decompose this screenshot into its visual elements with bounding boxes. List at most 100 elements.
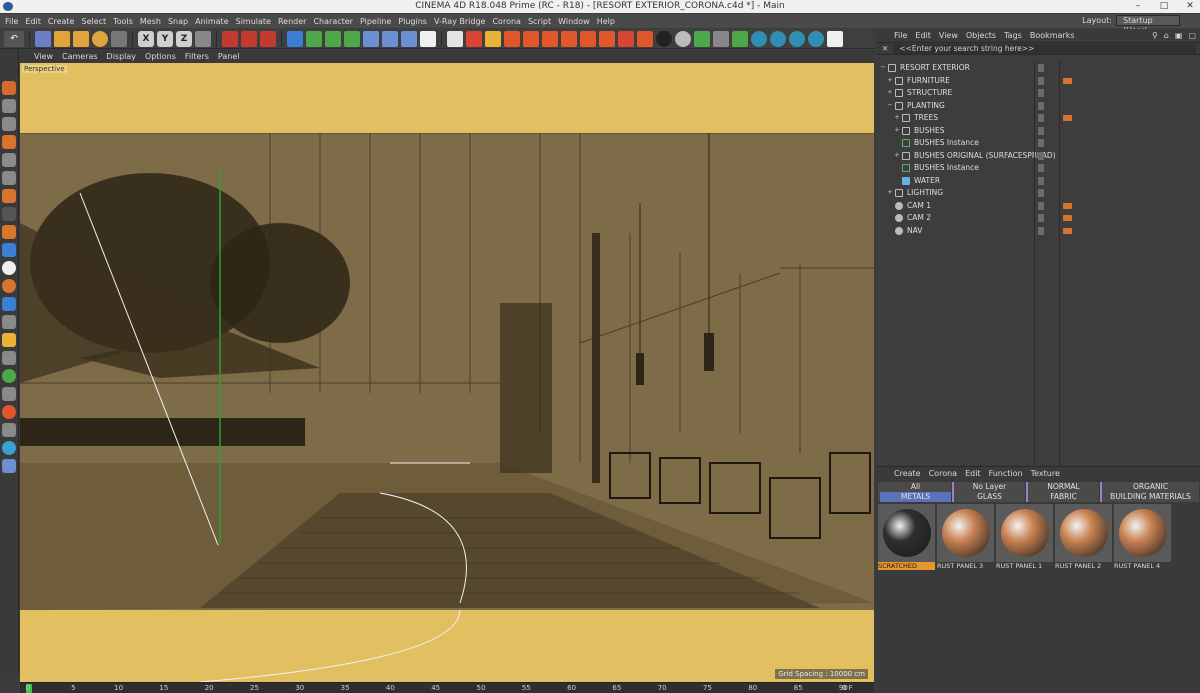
object-tag-icon[interactable] — [1063, 215, 1072, 221]
camera-icon[interactable] — [401, 30, 417, 47]
clear-search-icon[interactable]: ✕ — [882, 44, 888, 53]
subdivision-icon[interactable] — [325, 30, 341, 47]
expand-toggle-icon[interactable]: + — [887, 76, 894, 84]
expand-toggle-icon[interactable]: + — [887, 189, 894, 196]
visibility-toggle-icon[interactable] — [1038, 176, 1044, 185]
object-tag-icon[interactable] — [1063, 77, 1072, 84]
object-row-water[interactable]: WATER — [876, 175, 1200, 187]
visibility-toggle-icon[interactable] — [1038, 126, 1044, 135]
terrain-icon[interactable] — [2, 459, 16, 473]
corona-light-icon[interactable] — [485, 30, 501, 47]
render-view-icon[interactable] — [222, 30, 238, 47]
minimize-button[interactable]: – — [1132, 0, 1144, 13]
scene-icon[interactable] — [382, 30, 398, 47]
expand-toggle-icon[interactable]: − — [880, 64, 887, 71]
y-axis-lock-button[interactable]: Y — [157, 30, 173, 47]
visibility-toggle-icon[interactable] — [1038, 89, 1044, 97]
object-menu-objects[interactable]: Objects — [966, 31, 996, 40]
x-axis-lock-button[interactable]: X — [138, 30, 154, 47]
vray-render-icon-1[interactable] — [751, 30, 767, 47]
menu-window[interactable]: Window — [558, 17, 590, 26]
vray-render-icon-4[interactable] — [808, 30, 824, 47]
object-row-nav[interactable]: NAV — [876, 225, 1200, 237]
vray-scatter-icon[interactable] — [732, 30, 748, 47]
grow-grass-icon[interactable] — [2, 369, 16, 383]
sculpt-icon[interactable] — [2, 351, 16, 365]
water-drop-icon[interactable] — [2, 441, 16, 455]
object-row-furniture[interactable]: + FURNITURE — [876, 75, 1200, 87]
object-row-cam-1[interactable]: CAM 1 — [876, 200, 1200, 212]
vray-frame-buffer-icon[interactable] — [827, 30, 843, 47]
object-row-lighting[interactable]: + LIGHTING — [876, 187, 1200, 199]
rotate-icon[interactable] — [92, 30, 108, 47]
corona-render-icon[interactable] — [447, 30, 463, 47]
corona-decal-icon[interactable] — [637, 30, 653, 47]
render-to-picture-viewer-icon[interactable] — [241, 30, 257, 47]
material-ball-dark-icon[interactable] — [656, 30, 672, 47]
workplane-mode-icon[interactable] — [2, 135, 16, 149]
r-render-icon[interactable] — [2, 333, 16, 347]
object-menu-edit[interactable]: Edit — [915, 31, 931, 40]
points-mode-icon[interactable] — [2, 153, 16, 167]
viewport-menu-display[interactable]: Display — [107, 52, 137, 61]
material-filter-normal[interactable]: NORMAL — [1026, 482, 1099, 492]
menu-mesh[interactable]: Mesh — [140, 17, 161, 26]
material-filter-building-materials[interactable]: BUILDING MATERIALS — [1100, 492, 1199, 502]
viewport-menu-cameras[interactable]: Cameras — [62, 52, 98, 61]
visibility-toggle-icon[interactable] — [1038, 101, 1044, 110]
menu-character[interactable]: Character — [313, 17, 353, 26]
scale-icon[interactable] — [73, 30, 89, 47]
menu-script[interactable]: Script — [528, 17, 551, 26]
last-tool-icon[interactable] — [111, 30, 127, 47]
live-selection-icon[interactable] — [35, 30, 51, 47]
object-row-planting[interactable]: − PLANTING — [876, 100, 1200, 112]
object-tag-icon[interactable] — [1063, 227, 1072, 234]
viewport-menu-filters[interactable]: Filters — [185, 52, 209, 61]
visibility-toggle-icon[interactable] — [1038, 164, 1044, 172]
material-filter-all[interactable]: All — [878, 482, 951, 492]
viewport-menu-options[interactable]: Options — [145, 52, 176, 61]
material-ball-light-icon[interactable] — [675, 30, 691, 47]
pen-spline-icon[interactable] — [306, 30, 322, 47]
animation-timeline[interactable]: 0 5 10 15 20 25 30 35 40 45 50 55 60 65 70 75 80 85 90 0 F — [20, 682, 874, 693]
material-thumbnail-rust-panel-1[interactable]: RUST PANEL 1 — [996, 504, 1053, 570]
deformer-icon[interactable] — [363, 30, 379, 47]
planar-workplane-icon[interactable] — [2, 297, 16, 311]
move-icon[interactable] — [54, 30, 70, 47]
texture-mode-icon[interactable] — [2, 117, 16, 131]
expand-toggle-icon[interactable]: − — [887, 101, 894, 109]
vray-tool-icon[interactable] — [713, 30, 729, 47]
object-row-cam-2[interactable]: CAM 2 — [876, 212, 1200, 224]
polygons-mode-icon[interactable] — [2, 189, 16, 203]
material-filter-fabric[interactable]: FABRIC — [1026, 492, 1099, 502]
material-menu-create[interactable]: Create — [894, 469, 921, 478]
coordinate-system-icon[interactable] — [195, 30, 211, 47]
undo-icon[interactable]: ↶ — [4, 30, 24, 47]
viewport-menu-view[interactable]: View — [34, 52, 53, 61]
menu-file[interactable]: File — [5, 17, 18, 26]
cube-icon[interactable] — [287, 30, 303, 47]
corona-sky-icon[interactable] — [561, 30, 577, 47]
menu-pipeline[interactable]: Pipeline — [360, 17, 391, 26]
object-row-resort-exterior[interactable]: − RESORT EXTERIOR — [876, 62, 1200, 74]
corona-ipr-icon[interactable] — [466, 30, 482, 47]
visibility-toggle-icon[interactable] — [1038, 214, 1044, 222]
corona-material-icon[interactable] — [504, 30, 520, 47]
object-menu-bookmarks[interactable]: Bookmarks — [1030, 31, 1075, 40]
perspective-viewport[interactable]: Perspective Grid Spacing : 10000 cm — [20, 63, 874, 682]
visibility-toggle-icon[interactable] — [1038, 226, 1044, 235]
new-view-icon[interactable]: ▣ — [1175, 31, 1183, 40]
expand-toggle-icon[interactable]: + — [894, 126, 901, 134]
home-icon[interactable]: ⌂ — [1164, 31, 1169, 40]
material-menu-function[interactable]: Function — [989, 469, 1023, 478]
menu-edit[interactable]: Edit — [25, 17, 41, 26]
corona-sun-icon[interactable] — [542, 30, 558, 47]
material-thumbnail-rust-panel-4[interactable]: RUST PANEL 4 — [1114, 504, 1171, 570]
object-row-bushes-original-surfacespread[interactable]: + BUSHES ORIGINAL (SURFACESPREAD) — [876, 150, 1200, 162]
material-filter-no-layer[interactable]: No Layer — [952, 482, 1025, 492]
visibility-toggle-icon[interactable] — [1038, 189, 1044, 197]
tweak-icon[interactable] — [2, 243, 16, 257]
vray-render-icon-3[interactable] — [789, 30, 805, 47]
visibility-toggle-icon[interactable] — [1038, 114, 1044, 122]
visibility-toggle-icon[interactable] — [1038, 76, 1044, 85]
